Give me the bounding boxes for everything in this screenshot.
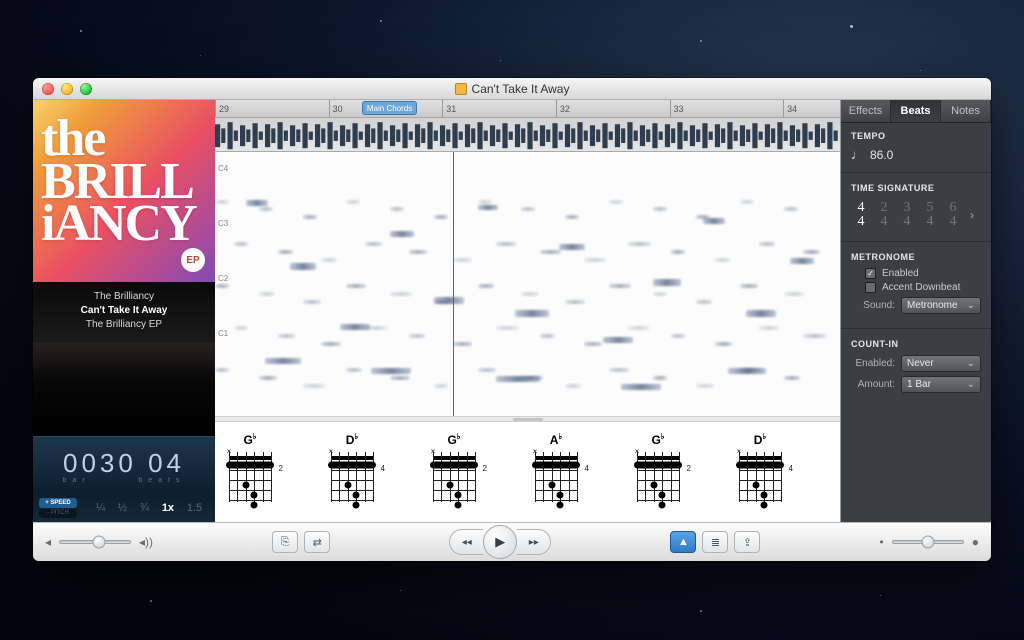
- inspector-tabs: EffectsBeatsNotes: [841, 100, 991, 123]
- timesig-options: 4424345464›: [851, 199, 981, 231]
- goto-button[interactable]: ⎘: [272, 531, 298, 553]
- ruler-tick: 33: [670, 100, 684, 117]
- window-title: Can't Take It Away: [33, 82, 991, 96]
- timesig-option[interactable]: 64: [943, 199, 963, 231]
- ruler-tick: 32: [556, 100, 570, 117]
- counter-value: 0030 04: [63, 448, 185, 479]
- transport: ◂◂ ▶ ▸▸: [449, 525, 551, 559]
- volume-slider[interactable]: [59, 540, 131, 544]
- speed-option[interactable]: ¼: [96, 502, 105, 514]
- artist: The Brilliancy: [33, 290, 215, 304]
- countin-enabled-row: Enabled: Never: [851, 355, 981, 372]
- track-title: Can't Take It Away: [33, 304, 215, 318]
- album: The Brilliancy EP: [33, 318, 215, 332]
- volume-low-icon: ◂: [45, 535, 51, 549]
- view-spectrogram-button[interactable]: ▲: [670, 531, 696, 553]
- chord-strip[interactable]: G♭×2 D♭×4 G♭×2 A♭×4 G♭×2 D♭×4: [215, 422, 840, 522]
- document-icon: [455, 83, 467, 95]
- app-window: Can't Take It Away the BRILL iANCY EP Th…: [33, 78, 991, 561]
- timesig-header: TIME SIGNATURE: [851, 183, 981, 193]
- timesig-more-button[interactable]: ›: [966, 208, 974, 222]
- spectrogram[interactable]: C4 C3 C2 C1: [215, 152, 840, 416]
- pitch-label: C1: [218, 329, 228, 338]
- loop-button[interactable]: ⇄: [304, 531, 330, 553]
- timesig-option[interactable]: 34: [897, 199, 917, 231]
- timeline-ruler[interactable]: Main Chords 29 30 31 32 33 34: [215, 100, 840, 118]
- tempo-value-row[interactable]: ♩ 86.0: [851, 147, 981, 162]
- zoom-slider[interactable]: [892, 540, 964, 544]
- waveform-track[interactable]: [215, 118, 840, 152]
- checkbox-icon[interactable]: ✓: [865, 268, 876, 279]
- countin-header: COUNT-IN: [851, 339, 981, 349]
- position-counter[interactable]: 0030 04 bar beats: [33, 436, 215, 494]
- chord-diagram[interactable]: G♭×2: [637, 432, 679, 502]
- chord-diagram[interactable]: G♭×2: [433, 432, 475, 502]
- workspace: the BRILL iANCY EP The Brilliancy Can't …: [33, 100, 991, 522]
- speed-option[interactable]: 1.5: [187, 502, 202, 514]
- countin-enabled-select[interactable]: Never: [901, 355, 981, 372]
- chord-diagram[interactable]: A♭×4: [535, 432, 577, 502]
- rewind-button[interactable]: ◂◂: [449, 529, 483, 555]
- ruler-tick: 30: [329, 100, 343, 117]
- countin-amount-row: Amount: 1 Bar: [851, 376, 981, 393]
- sound-select[interactable]: Metronome: [901, 297, 981, 314]
- zoom-out-icon: •: [880, 535, 884, 549]
- pitch-label: C3: [218, 219, 228, 228]
- metronome-enabled-row[interactable]: ✓ Enabled: [865, 268, 981, 279]
- playhead[interactable]: [453, 152, 454, 416]
- editor-area: Main Chords 29 30 31 32 33 34: [215, 100, 841, 522]
- timesig-option[interactable]: 24: [874, 199, 894, 231]
- volume-high-icon: ◂)): [139, 535, 153, 549]
- tab-notes[interactable]: Notes: [941, 100, 991, 122]
- tab-effects[interactable]: Effects: [841, 100, 891, 122]
- speed-option[interactable]: ½: [118, 502, 127, 514]
- speed-option[interactable]: 1x: [162, 502, 174, 514]
- checkbox-icon[interactable]: ✓: [865, 282, 876, 293]
- metronome-header: METRONOME: [851, 252, 981, 262]
- tempo-header: TEMPO: [851, 131, 981, 141]
- view-list-button[interactable]: ≣: [702, 531, 728, 553]
- cover-reflection: [33, 342, 215, 436]
- album-cover: the BRILL iANCY EP: [33, 100, 215, 282]
- countin-amount-select[interactable]: 1 Bar: [901, 376, 981, 393]
- metronome-accent-row[interactable]: ✓ Accent Downbeat: [865, 282, 981, 293]
- speed-controls: + SPEED - PITCH ¼ ½ ¾ 1x 1.5: [33, 494, 215, 522]
- chord-diagram[interactable]: D♭×4: [331, 432, 373, 502]
- pitch-label: C4: [218, 164, 228, 173]
- track-metadata: The Brilliancy Can't Take It Away The Br…: [33, 282, 215, 342]
- share-button[interactable]: ⇪: [734, 531, 760, 553]
- metronome-sound-row: Sound: Metronome: [851, 297, 981, 314]
- ruler-tick: 31: [442, 100, 456, 117]
- ruler-tick: 34: [783, 100, 797, 117]
- cover-badge: EP: [181, 248, 205, 272]
- inspector-panel: EffectsBeatsNotes TEMPO ♩ 86.0 TIME SIGN…: [841, 100, 991, 522]
- chord-diagram[interactable]: D♭×4: [739, 432, 781, 502]
- tempo-value: 86.0: [870, 148, 893, 162]
- speed-option[interactable]: ¾: [140, 502, 149, 514]
- pitch-label: C2: [218, 274, 228, 283]
- sidebar-left: the BRILL iANCY EP The Brilliancy Can't …: [33, 100, 215, 522]
- title-text: Can't Take It Away: [472, 82, 570, 96]
- forward-button[interactable]: ▸▸: [517, 529, 551, 555]
- region-marker[interactable]: Main Chords: [362, 101, 417, 115]
- zoom-in-icon: ●: [972, 535, 979, 549]
- tab-beats[interactable]: Beats: [891, 100, 941, 122]
- chord-diagram[interactable]: G♭×2: [229, 432, 271, 502]
- timesig-option[interactable]: 44: [851, 199, 871, 231]
- note-icon: ♩: [851, 147, 864, 162]
- counter-labels: bar beats: [63, 477, 186, 484]
- timesig-option[interactable]: 54: [920, 199, 940, 231]
- speed-pitch-toggle[interactable]: + SPEED - PITCH: [39, 498, 77, 518]
- titlebar: Can't Take It Away: [33, 78, 991, 100]
- toolbar-footer: ◂ ◂)) ⎘ ⇄ ◂◂ ▶ ▸▸ ▲ ≣ ⇪ • ●: [33, 522, 991, 561]
- ruler-tick: 29: [215, 100, 229, 117]
- play-button[interactable]: ▶: [483, 525, 517, 559]
